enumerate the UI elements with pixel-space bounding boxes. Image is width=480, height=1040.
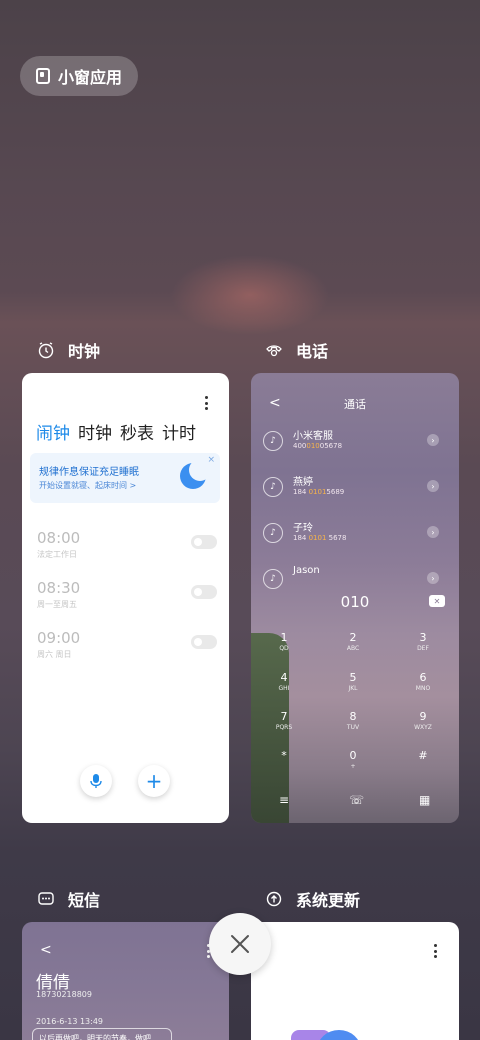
clock-tabs: 闹钟 时钟 秒表 计时 — [36, 419, 196, 444]
update-icon — [264, 889, 284, 909]
contact-detail-icon[interactable]: › — [427, 480, 439, 492]
contact-avatar-icon: ♪ — [263, 569, 283, 589]
tab-clock[interactable]: 时钟 — [78, 419, 112, 444]
contact-avatar-icon: ♪ — [263, 431, 283, 451]
more-options-icon[interactable] — [434, 944, 438, 958]
dialpad-key[interactable]: 8 TUV — [333, 710, 373, 731]
close-icon — [231, 935, 249, 953]
dialpad-key[interactable]: 5 JKL — [333, 671, 373, 692]
background-glow — [170, 255, 330, 335]
alarm-time: 09:00 — [37, 629, 81, 647]
contact-detail-icon[interactable]: › — [427, 434, 439, 446]
contact-name: 燕婷 — [293, 477, 313, 488]
contact-name: 小米客服 — [293, 431, 333, 442]
tab-stopwatch[interactable]: 秒表 — [120, 419, 154, 444]
phone-app-title: 电话 — [296, 342, 329, 361]
message-icon — [36, 889, 56, 909]
tab-alarm[interactable]: 闹钟 — [36, 419, 70, 444]
clock-app-header[interactable]: 时钟 — [36, 338, 100, 362]
contact-row[interactable]: ♪ 小米客服 40001005678 › — [263, 425, 453, 457]
contact-name: 子玲 — [293, 523, 313, 534]
dialpad-key[interactable]: 2 ABC — [333, 631, 373, 652]
contact-avatar-icon: ♪ — [263, 477, 283, 497]
backspace-icon[interactable]: ✕ — [429, 595, 445, 607]
dialpad-key[interactable]: 0 + — [333, 749, 373, 770]
dialpad-key[interactable]: 7 PQRS — [264, 710, 304, 731]
dialpad-key[interactable]: 6 MNO — [403, 671, 443, 692]
contact-row[interactable]: ♪ 燕婷 184 01015689 › — [263, 471, 453, 503]
moon-icon — [180, 459, 211, 489]
microphone-icon — [90, 774, 102, 788]
update-app-card[interactable] — [251, 922, 459, 1040]
contact-detail-icon[interactable]: › — [427, 526, 439, 538]
sms-message-bubble: 以后再做吧，明天的节奏，做吧 — [32, 1028, 172, 1040]
voice-button[interactable] — [80, 765, 112, 797]
more-options-icon[interactable] — [205, 396, 209, 410]
sms-app-card[interactable]: < 倩倩 18730218809 2016-6-13 13:49 以后再做吧，明… — [22, 922, 229, 1040]
alarm-item[interactable]: 08:30 周一至周五 — [37, 579, 217, 615]
clock-app-card[interactable]: 闹钟 时钟 秒表 计时 规律作息保证充足睡眠 开始设置就寝、起床时间 > × 0… — [22, 373, 229, 823]
menu-icon[interactable]: ≡ — [279, 793, 289, 807]
alarm-toggle[interactable] — [191, 635, 217, 649]
contact-row[interactable]: ♪ Jason › — [263, 563, 453, 595]
alarm-item[interactable]: 09:00 周六 周日 — [37, 629, 217, 665]
contact-number: 40001005678 — [293, 442, 343, 450]
alarm-repeat: 周一至周五 — [37, 600, 77, 609]
alarm-time: 08:00 — [37, 529, 81, 547]
contact-name: Jason — [293, 565, 320, 576]
phone-app-header[interactable]: 电话 — [264, 338, 328, 362]
sms-date: 2016-6-13 13:49 — [36, 1017, 103, 1026]
phone-icon — [264, 340, 284, 360]
update-app-header[interactable]: 系统更新 — [264, 887, 360, 911]
contact-avatar-icon: ♪ — [263, 523, 283, 543]
dialed-number: 010 — [340, 593, 370, 611]
alarm-repeat: 周六 周日 — [37, 650, 72, 659]
update-app-title: 系统更新 — [296, 891, 361, 910]
dialpad-key[interactable]: # — [403, 749, 443, 763]
alarm-item[interactable]: 08:00 法定工作日 — [37, 529, 217, 565]
dialpad-icon[interactable]: ▦ — [419, 793, 430, 807]
back-icon[interactable]: < — [40, 942, 52, 958]
phone-app-card[interactable]: < 通话 ♪ 小米客服 40001005678 › ♪ 燕婷 184 01015… — [251, 373, 459, 823]
dialpad-key[interactable]: 3 DEF — [403, 631, 443, 652]
dialpad-key[interactable]: 9 WXYZ — [403, 710, 443, 731]
tab-timer[interactable]: 计时 — [162, 419, 196, 444]
sleep-banner[interactable]: 规律作息保证充足睡眠 开始设置就寝、起床时间 > × — [30, 453, 220, 503]
dialpad-key[interactable]: 1 QD — [264, 631, 304, 652]
alarm-toggle[interactable] — [191, 585, 217, 599]
mini-window-button[interactable]: 小窗应用 — [20, 56, 138, 96]
alarm-toggle[interactable] — [191, 535, 217, 549]
contact-number: 184 01015689 — [293, 488, 345, 496]
dialpad-key[interactable]: * — [264, 749, 304, 763]
add-alarm-button[interactable]: + — [138, 765, 170, 797]
alarm-repeat: 法定工作日 — [37, 550, 77, 559]
close-all-button[interactable] — [209, 913, 271, 975]
contact-number: 184 0101 5678 — [293, 534, 347, 542]
call-icon[interactable]: ☏ — [349, 793, 364, 807]
sms-app-header[interactable]: 短信 — [36, 887, 100, 911]
mini-window-label: 小窗应用 — [58, 68, 123, 87]
banner-subtitle: 开始设置就寝、起床时间 > — [39, 481, 137, 490]
phone-screen-title: 通话 — [344, 398, 366, 411]
alarm-time: 08:30 — [37, 579, 81, 597]
clock-icon — [36, 340, 56, 360]
sms-app-title: 短信 — [68, 891, 101, 910]
plus-icon: + — [145, 769, 163, 793]
clock-app-title: 时钟 — [68, 342, 101, 361]
contact-row[interactable]: ♪ 子玲 184 0101 5678 › — [263, 517, 453, 549]
sms-contact-number: 18730218809 — [36, 990, 92, 999]
dialpad-key[interactable]: 4 GHI — [264, 671, 304, 692]
contact-detail-icon[interactable]: › — [427, 572, 439, 584]
banner-title: 规律作息保证充足睡眠 — [39, 467, 139, 478]
mini-window-icon — [36, 68, 50, 84]
